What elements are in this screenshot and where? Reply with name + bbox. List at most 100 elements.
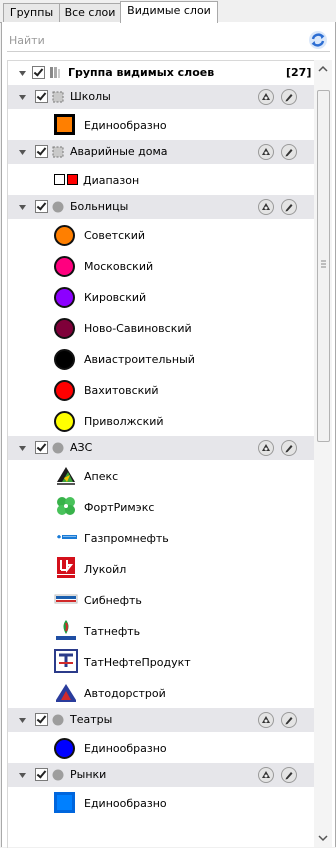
range-low-icon [54,174,65,185]
collapse-arrow-icon[interactable] [18,69,27,78]
collapse-arrow-icon[interactable] [18,93,27,102]
layer-style-icon[interactable] [258,712,274,728]
edit-layer-icon[interactable] [281,144,297,160]
legend-item-label: Татнефть [84,625,141,638]
layer-visibility-checkbox[interactable] [35,713,48,726]
legend-item: Единообразно [8,109,314,140]
layer-style-icon[interactable] [258,89,274,105]
lukoil-logo-icon [54,556,78,580]
legend-item-label: ТатНефтеПродукт [84,656,191,669]
layer-symbol-icon [52,442,64,454]
layer-name: АЗС [70,441,93,454]
legend-item: Московский [8,250,314,281]
color-square-icon [54,792,75,813]
layer-symbol-icon [52,769,64,781]
layer-tree: Группа видимых слоев [27] Школы Единообразн… [7,60,314,848]
color-circle-icon [54,318,75,339]
color-circle-icon [54,225,75,246]
sibneft-logo-icon [54,587,78,611]
legend-item-label: Приволжский [84,415,164,428]
tnp-logo-icon [54,649,78,673]
layer-style-icon[interactable] [258,767,274,783]
edit-layer-icon[interactable] [281,199,297,215]
search-box [7,29,330,52]
layer-visibility-checkbox[interactable] [35,145,48,158]
layer-row[interactable]: Театры [8,708,314,732]
refresh-icon[interactable] [308,30,328,50]
tab-groups[interactable]: Группы [3,3,60,22]
layer-style-icon[interactable] [258,440,274,456]
legend-item-label: ФортРимэкс [84,501,155,514]
scroll-up-icon[interactable] [314,62,332,76]
clover-logo-icon [54,494,78,518]
legend-item: Апекс [8,460,314,491]
collapse-arrow-icon[interactable] [18,716,27,725]
legend-item: Кировский [8,281,314,312]
layer-row[interactable]: Рынки [8,763,314,787]
legend-item: Автодорстрой [8,677,314,708]
layer-name: Театры [70,713,113,726]
legend-item: Авиастроительный [8,343,314,374]
edit-layer-icon[interactable] [281,440,297,456]
edit-layer-icon[interactable] [281,89,297,105]
legend-item: Вахитовский [8,374,314,405]
legend-item: ТатНефтеПродукт [8,646,314,677]
vertical-scrollbar[interactable] [314,60,332,847]
legend-item-label: Диапазон [83,174,140,187]
legend-item-label: Единообразно [84,119,167,132]
collapse-arrow-icon[interactable] [18,444,27,453]
tab-bar: Группы Все слои Видимые слои [0,0,336,23]
root-group-label: Группа видимых слоев [68,66,215,79]
layer-style-icon[interactable] [258,144,274,160]
avtodor-logo-icon [54,680,78,704]
tatneft-logo-icon [54,618,78,642]
scroll-down-icon[interactable] [314,831,332,845]
layer-count: [27] [286,66,312,79]
tab-visible-layers[interactable]: Видимые слои [120,1,218,23]
legend-item: Диапазон [8,164,314,195]
root-checkbox[interactable] [32,66,45,79]
layer-visibility-checkbox[interactable] [35,90,48,103]
layer-visibility-checkbox[interactable] [35,441,48,454]
root-group-row[interactable]: Группа видимых слоев [27] [8,61,314,85]
color-circle-icon [54,380,75,401]
layer-name: Аварийные дома [70,145,168,158]
layer-symbol-icon [52,146,64,158]
legend-item: Единообразно [8,732,314,763]
legend-item-label: Кировский [84,291,147,304]
layer-row[interactable]: Больницы [8,195,314,219]
layer-visibility-checkbox[interactable] [35,768,48,781]
legend-item: Татнефть [8,615,314,646]
layer-name: Больницы [70,200,129,213]
layer-symbol-icon [52,91,64,103]
legend-item-label: Единообразно [84,797,167,810]
layer-visibility-checkbox[interactable] [35,200,48,213]
layer-style-icon[interactable] [258,199,274,215]
apex-logo-icon [54,463,78,487]
collapse-arrow-icon[interactable] [18,203,27,212]
legend-item-label: Лукойл [84,563,127,576]
tab-all-layers[interactable]: Все слои [59,3,121,22]
layer-row[interactable]: Школы [8,85,314,109]
layer-name: Рынки [70,768,107,781]
legend-item-label: Вахитовский [84,384,159,397]
legend-item-label: Советский [84,229,146,242]
edit-layer-icon[interactable] [281,712,297,728]
legend-item: ФортРимэкс [8,491,314,522]
collapse-arrow-icon[interactable] [18,148,27,157]
layer-group-icon [49,66,62,82]
legend-item-label: Апекс [84,470,119,483]
search-input[interactable] [7,29,301,51]
legend-item-label: Сибнефть [84,594,142,607]
legend-item: Советский [8,219,314,250]
scroll-thumb[interactable] [317,90,330,442]
layers-panel: Группа видимых слоев [27] Школы Единообразн… [1,22,336,848]
legend-item: Газпромнефть [8,522,314,553]
layer-row[interactable]: АЗС [8,436,314,460]
legend-item-label: Автодорстрой [84,687,166,700]
collapse-arrow-icon[interactable] [18,771,27,780]
edit-layer-icon[interactable] [281,767,297,783]
legend-item-label: Единообразно [84,742,167,755]
legend-item: Приволжский [8,405,314,436]
layer-row[interactable]: Аварийные дома [8,140,314,164]
